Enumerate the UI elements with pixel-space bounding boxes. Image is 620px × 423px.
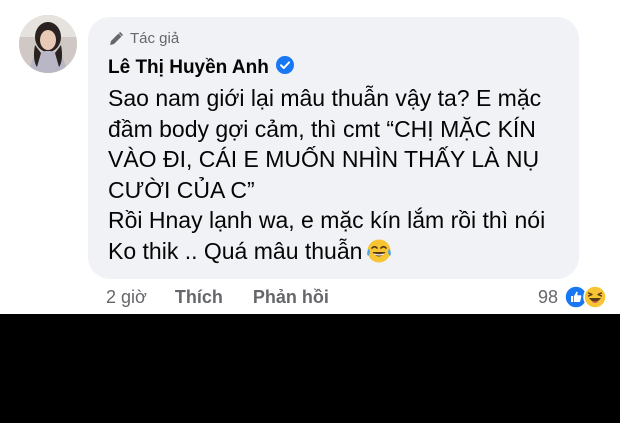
pencil-icon bbox=[110, 31, 124, 45]
avatar-photo bbox=[19, 15, 77, 73]
comment-body: Sao nam giới lại mâu thuẫn vậy ta? E mặc… bbox=[108, 83, 570, 271]
author-row: Lê Thị Huyền Anh bbox=[108, 56, 294, 79]
comment-bubble: Tác giả Lê Thị Huyền Anh Sao nam giới lạ… bbox=[88, 17, 579, 279]
author-badge: Tác giả bbox=[108, 30, 179, 47]
author-name[interactable]: Lê Thị Huyền Anh bbox=[108, 57, 269, 79]
comment-actions: 2 giờ Thích Phản hồi bbox=[106, 287, 359, 308]
reaction-icons bbox=[564, 285, 607, 309]
reaction-count: 98 bbox=[537, 286, 558, 307]
avatar[interactable] bbox=[19, 15, 77, 73]
reaction-summary[interactable]: 98 bbox=[538, 285, 607, 309]
like-button[interactable]: Thích bbox=[175, 287, 223, 308]
haha-icon bbox=[583, 285, 607, 309]
tears-of-joy-emoji bbox=[366, 238, 392, 272]
bottom-black-band bbox=[0, 314, 620, 423]
author-badge-label: Tác giả bbox=[130, 30, 180, 47]
reply-button[interactable]: Phản hồi bbox=[253, 287, 329, 308]
comment-panel: Tác giả Lê Thị Huyền Anh Sao nam giới lạ… bbox=[0, 0, 620, 314]
comment-text: Sao nam giới lại mâu thuẫn vậy ta? E mặc… bbox=[108, 85, 546, 264]
comment-time[interactable]: 2 giờ bbox=[106, 287, 147, 308]
verified-badge-icon bbox=[275, 56, 294, 79]
